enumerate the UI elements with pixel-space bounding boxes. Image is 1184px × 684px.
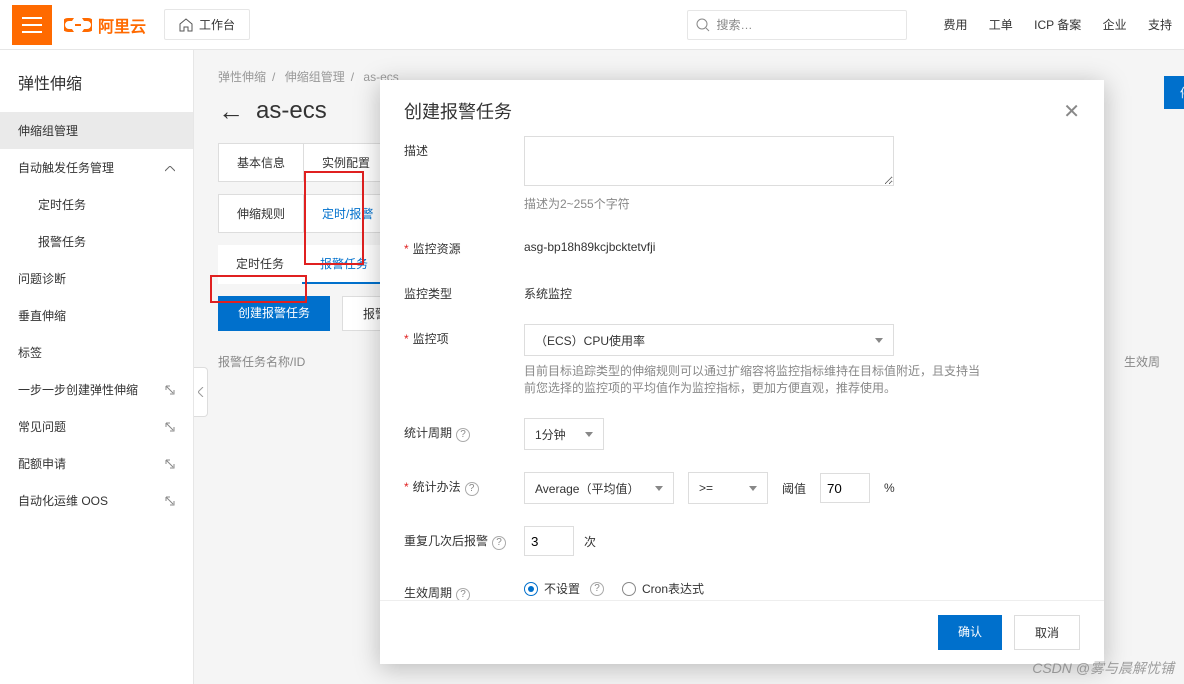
hamburger-menu[interactable] [12,5,52,45]
nav-ticket[interactable]: 工单 [989,18,1013,32]
desc-textarea[interactable] [524,136,894,186]
stop-button[interactable]: 停 [1164,76,1184,109]
brand-text: 阿里云 [98,13,146,37]
nav-support[interactable]: 支持 [1148,18,1172,32]
create-alarm-modal: 创建报警任务 ✕ 描述 描述为2~255个字符 监控资源 asg-bp18h89… [380,80,1104,664]
metric-select[interactable]: （ECS）CPU使用率 [524,324,894,356]
help-icon[interactable]: ? [456,588,470,601]
external-icon [165,422,175,432]
help-icon[interactable]: ? [465,482,479,496]
monitor-type-value: 系统监控 [524,279,1080,302]
label-repeat: 重复几次后报警? [404,526,524,550]
tab-instance-config[interactable]: 实例配置 [304,144,388,181]
tabset-3: 定时任务 报警任务 [218,245,386,284]
sidebar-item-quota[interactable]: 配额申请 [0,445,193,482]
sidebar-item-faq[interactable]: 常见问题 [0,408,193,445]
tab-basic[interactable]: 基本信息 [219,144,304,181]
sidebar-item-scheduled[interactable]: 定时任务 [0,186,193,223]
help-icon[interactable]: ? [590,582,604,596]
label-monitor-type: 监控类型 [404,279,524,302]
label-period: 统计周期? [404,418,524,442]
nav-icp[interactable]: ICP 备案 [1034,18,1081,32]
sidebar-item-alarm[interactable]: 报警任务 [0,223,193,260]
tab-scheduled-alarm[interactable]: 定时/报警 [304,195,391,232]
sidebar-item-tag[interactable]: 标签 [0,334,193,371]
label-effective: 生效周期? [404,578,524,600]
resource-value: asg-bp18h89kcjbcktetvfji [524,234,1080,254]
sidebar-title: 弹性伸缩 [0,60,193,112]
sidebar: 弹性伸缩 伸缩组管理 自动触发任务管理 定时任务 报警任务 问题诊断 垂直伸缩 … [0,50,194,684]
nav-enterprise[interactable]: 企业 [1103,18,1127,32]
search-input[interactable]: 搜索… [687,10,907,40]
sidebar-item-vertical[interactable]: 垂直伸缩 [0,297,193,334]
radio-cron[interactable]: Cron表达式 [622,580,704,597]
repeat-input[interactable] [524,526,574,556]
desc-hint: 描述为2~255个字符 [524,195,1080,212]
top-nav: 费用 工单 ICP 备案 企业 支持 [925,16,1172,33]
external-icon [165,496,175,506]
label-desc: 描述 [404,136,524,159]
tab-alarm-task[interactable]: 报警任务 [302,245,386,284]
topbar: 阿里云 工作台 搜索… 费用 工单 ICP 备案 企业 支持 [0,0,1184,50]
create-alarm-button[interactable]: 创建报警任务 [218,296,330,331]
chevron-up-icon [165,161,175,175]
threshold-input[interactable] [820,473,870,503]
col-name-id: 报警任务名称/ID [218,353,305,370]
radio-icon [524,582,538,596]
tabset-2: 伸缩规则 定时/报警 [218,194,392,233]
label-metric: 监控项 [404,324,524,347]
threshold-unit: % [884,481,895,495]
close-icon[interactable]: ✕ [1063,99,1080,124]
label-resource: 监控资源 [404,234,524,257]
sidebar-item-oos[interactable]: 自动化运维 OOS [0,482,193,519]
aliyun-icon [64,16,92,34]
tab-scheduled-task[interactable]: 定时任务 [218,245,302,284]
period-select[interactable]: 1分钟 [524,418,604,450]
page-title: as-ecs [256,97,327,125]
label-stat: 统计办法? [404,472,524,496]
home-icon [179,18,193,32]
nav-fee[interactable]: 费用 [943,18,967,32]
repeat-unit: 次 [584,533,596,550]
crumb-1[interactable]: 伸缩组管理 [285,70,345,84]
workbench-button[interactable]: 工作台 [164,9,250,40]
confirm-button[interactable]: 确认 [938,615,1002,650]
search-icon [696,18,710,32]
crumb-0[interactable]: 弹性伸缩 [218,70,266,84]
metric-hint: 目前目标追踪类型的伸缩规则可以通过扩缩容将监控指标维持在目标值附近，且支持当前您… [524,362,984,396]
comparator-select[interactable]: >= [688,472,768,504]
menu-icon [22,17,42,33]
cancel-button[interactable]: 取消 [1014,615,1080,650]
help-icon[interactable]: ? [492,536,506,550]
stat-select[interactable]: Average（平均值） [524,472,674,504]
sidebar-item-scaling-group[interactable]: 伸缩组管理 [0,112,193,149]
tab-scaling-rule[interactable]: 伸缩规则 [219,195,304,232]
external-icon [165,459,175,469]
radio-icon [622,582,636,596]
radio-nosetting[interactable]: 不设置? [524,580,604,597]
brand-logo[interactable]: 阿里云 [64,13,146,37]
col-effective: 生效周 [1124,353,1160,370]
threshold-label: 阈值 [782,480,806,497]
tabset-1: 基本信息 实例配置 [218,143,389,182]
back-arrow-icon[interactable]: ← [218,98,244,124]
sidebar-item-step[interactable]: 一步一步创建弹性伸缩 [0,371,193,408]
sidebar-item-auto-trigger[interactable]: 自动触发任务管理 [0,149,193,186]
external-icon [165,385,175,395]
modal-title: 创建报警任务 [404,98,512,124]
sidebar-item-diagnose[interactable]: 问题诊断 [0,260,193,297]
watermark: CSDN @雾与晨解忧铺 [1032,658,1174,678]
help-icon[interactable]: ? [456,428,470,442]
